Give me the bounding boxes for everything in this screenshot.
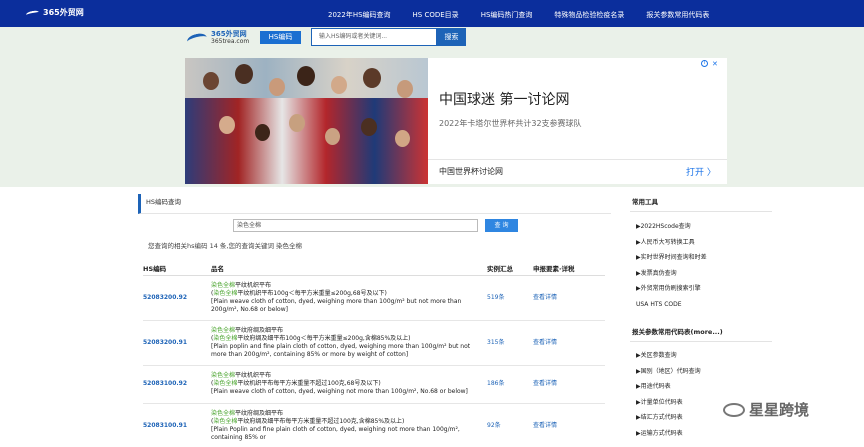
main-nav: 2022年HS编码查询 HS CODE目录 HS编码热门查询 特殊物品检验检疫名… xyxy=(328,10,731,20)
header-logo[interactable]: 365外贸网 365trea.com xyxy=(187,30,249,46)
view-detail-link[interactable]: 查看详情 xyxy=(533,403,605,447)
header-search-button[interactable]: 搜索 xyxy=(437,28,466,46)
site-logo[interactable]: 365外贸网 xyxy=(26,7,84,18)
nav-customs-params[interactable]: 报关参数常用代码表 xyxy=(646,10,709,20)
product-description: 染色全棉平纹府绸及细平布 (染色全棉平纹府绸及细平布每平方米重量不超过100克,… xyxy=(211,403,487,447)
query-input[interactable]: 染色全棉 xyxy=(233,219,478,232)
table-row: 52083200.91 染色全棉平纹府绸及细平布 (染色全棉平纹府绸及细平布10… xyxy=(143,320,605,366)
nav-special-items[interactable]: 特殊物品检验检疫名录 xyxy=(554,10,624,20)
logo-icon xyxy=(187,31,207,45)
sidebar-item-country-code[interactable]: ▶国别（地区）代码查询 xyxy=(636,364,701,380)
sidebar-item-world-time[interactable]: ▶实时世界时间查询和时差 xyxy=(636,250,707,266)
ad-close-icon[interactable]: ✕ xyxy=(712,60,718,68)
view-detail-link[interactable]: 查看详情 xyxy=(533,320,605,366)
header-logo-url: 365trea.com xyxy=(211,38,250,45)
sidebar-item-usa-hts[interactable]: USA HTS CODE xyxy=(636,297,707,313)
col-detail: 申报要素·详税 xyxy=(533,262,605,276)
col-hs-code: HS编码 xyxy=(143,262,211,276)
site-logo-text: 365外贸网 xyxy=(43,8,84,17)
col-name: 品名 xyxy=(211,262,487,276)
instance-count-link[interactable]: 519条 xyxy=(487,275,533,321)
sidebar-item-settlement-code[interactable]: ▶结汇方式代码表 xyxy=(636,410,701,426)
sidebar-item-search-engine[interactable]: ▶外贸常用伪刷搜索引擎 xyxy=(636,281,707,297)
header-logo-name: 365外贸网 xyxy=(211,30,247,38)
col-count: 实例汇总 xyxy=(487,262,533,276)
hs-code-type-button[interactable]: HS编码 xyxy=(260,31,301,44)
hs-code-link[interactable]: 52083200.91 xyxy=(143,320,211,366)
table-row: 52083100.91 染色全棉平纹府绸及细平布 (染色全棉平纹府绸及细平布每平… xyxy=(143,403,605,447)
ad-open-button[interactable]: 打开 〉 xyxy=(686,165,716,178)
sidebar-item-unit-code[interactable]: ▶计量单位代码表 xyxy=(636,395,701,411)
table-header-row: HS编码 品名 实例汇总 申报要素·详税 xyxy=(143,262,605,276)
nav-hs-popular[interactable]: HS编码热门查询 xyxy=(481,10,533,20)
sidebar-item-customs-area[interactable]: ▶关区参数查询 xyxy=(636,348,701,364)
hs-results-table: HS编码 品名 实例汇总 申报要素·详税 52083200.92 染色全棉平纹机… xyxy=(143,262,605,447)
sidebar-item-transport-code[interactable]: ▶运输方式代码表 xyxy=(636,426,701,442)
ad-footer-text: 中国世界杯讨论网 xyxy=(439,167,503,176)
product-description: 染色全棉平纹府绸及细平布 (染色全棉平纹府绸及细平布100g＜每平方米重量≤20… xyxy=(211,320,487,366)
table-row: 52083100.92 染色全棉平纹机织平布 (染色全棉平纹机织平布每平方米重量… xyxy=(143,365,605,404)
hs-query-panel: HS编码查询 染色全棉 查 询 您查询的相关hs编码 14 条,您的查询关键词 … xyxy=(138,191,611,447)
instance-count-link[interactable]: 315条 xyxy=(487,320,533,366)
top-navbar: 365外贸网 2022年HS编码查询 HS CODE目录 HS编码热门查询 特殊… xyxy=(0,0,864,27)
sidebar-params-title[interactable]: 报关参数常用代码表(more...) xyxy=(624,324,723,341)
ad-info-icon[interactable]: i xyxy=(701,60,708,67)
header-search-input[interactable]: 输入HS编码或者关键词... xyxy=(311,28,437,46)
hs-code-link[interactable]: 52083100.92 xyxy=(143,365,211,404)
sidebar-item-rmb-converter[interactable]: ▶人民币大写转换工具 xyxy=(636,235,707,251)
sidebar-item-usage-code[interactable]: ▶用途代码表 xyxy=(636,379,701,395)
product-description: 染色全棉平纹机织平布 (染色全棉平纹机织平布每平方米重量不超过100克,68号及… xyxy=(211,365,487,404)
wechat-icon xyxy=(723,402,745,417)
tab-hs-query[interactable]: HS编码查询 xyxy=(138,194,611,214)
view-detail-link[interactable]: 查看详情 xyxy=(533,275,605,321)
sidebar-item-hscode-query[interactable]: ▶2022HScode查询 xyxy=(636,219,707,235)
sidebar-params-list: ▶关区参数查询 ▶国别（地区）代码查询 ▶用途代码表 ▶计量单位代码表 ▶结汇方… xyxy=(636,348,701,441)
logo-icon xyxy=(26,8,39,17)
instance-count-link[interactable]: 92条 xyxy=(487,403,533,447)
nav-hs-query[interactable]: 2022年HS编码查询 xyxy=(328,10,391,20)
ad-subtitle: 2022年卡塔尔世界杯共计32支参赛球队 xyxy=(439,119,582,128)
product-description: 染色全棉平纹机织平布 (染色全棉平纹机织平布100g＜每平方米重量≤200g,6… xyxy=(211,275,487,321)
ad-banner[interactable]: i ✕ 中国球迷 第一讨论网 2022年卡塔尔世界杯共计32支参赛球队 中国世界… xyxy=(185,58,727,184)
sidebar-item-invoice-check[interactable]: ▶发票真伪查询 xyxy=(636,266,707,282)
query-button[interactable]: 查 询 xyxy=(485,219,518,232)
hs-code-link[interactable]: 52083100.91 xyxy=(143,403,211,447)
sidebar-tools-title: 常用工具 xyxy=(632,198,658,206)
table-row: 52083200.92 染色全棉平纹机织平布 (染色全棉平纹机织平布100g＜每… xyxy=(143,275,605,321)
hs-code-link[interactable]: 52083200.92 xyxy=(143,275,211,321)
instance-count-link[interactable]: 186条 xyxy=(487,365,533,404)
watermark: 星星跨境 xyxy=(723,399,809,420)
nav-hs-code-catalog[interactable]: HS CODE目录 xyxy=(413,10,459,20)
ad-football-players-image xyxy=(185,58,428,184)
result-summary: 您查询的相关hs编码 14 条,您的查询关键词 染色全棉 xyxy=(148,242,303,250)
watermark-text: 星星跨境 xyxy=(749,401,810,419)
sidebar-tools-list: ▶2022HScode查询 ▶人民币大写转换工具 ▶实时世界时间查询和时差 ▶发… xyxy=(636,219,707,312)
ad-title: 中国球迷 第一讨论网 xyxy=(439,92,570,108)
view-detail-link[interactable]: 查看详情 xyxy=(533,365,605,404)
